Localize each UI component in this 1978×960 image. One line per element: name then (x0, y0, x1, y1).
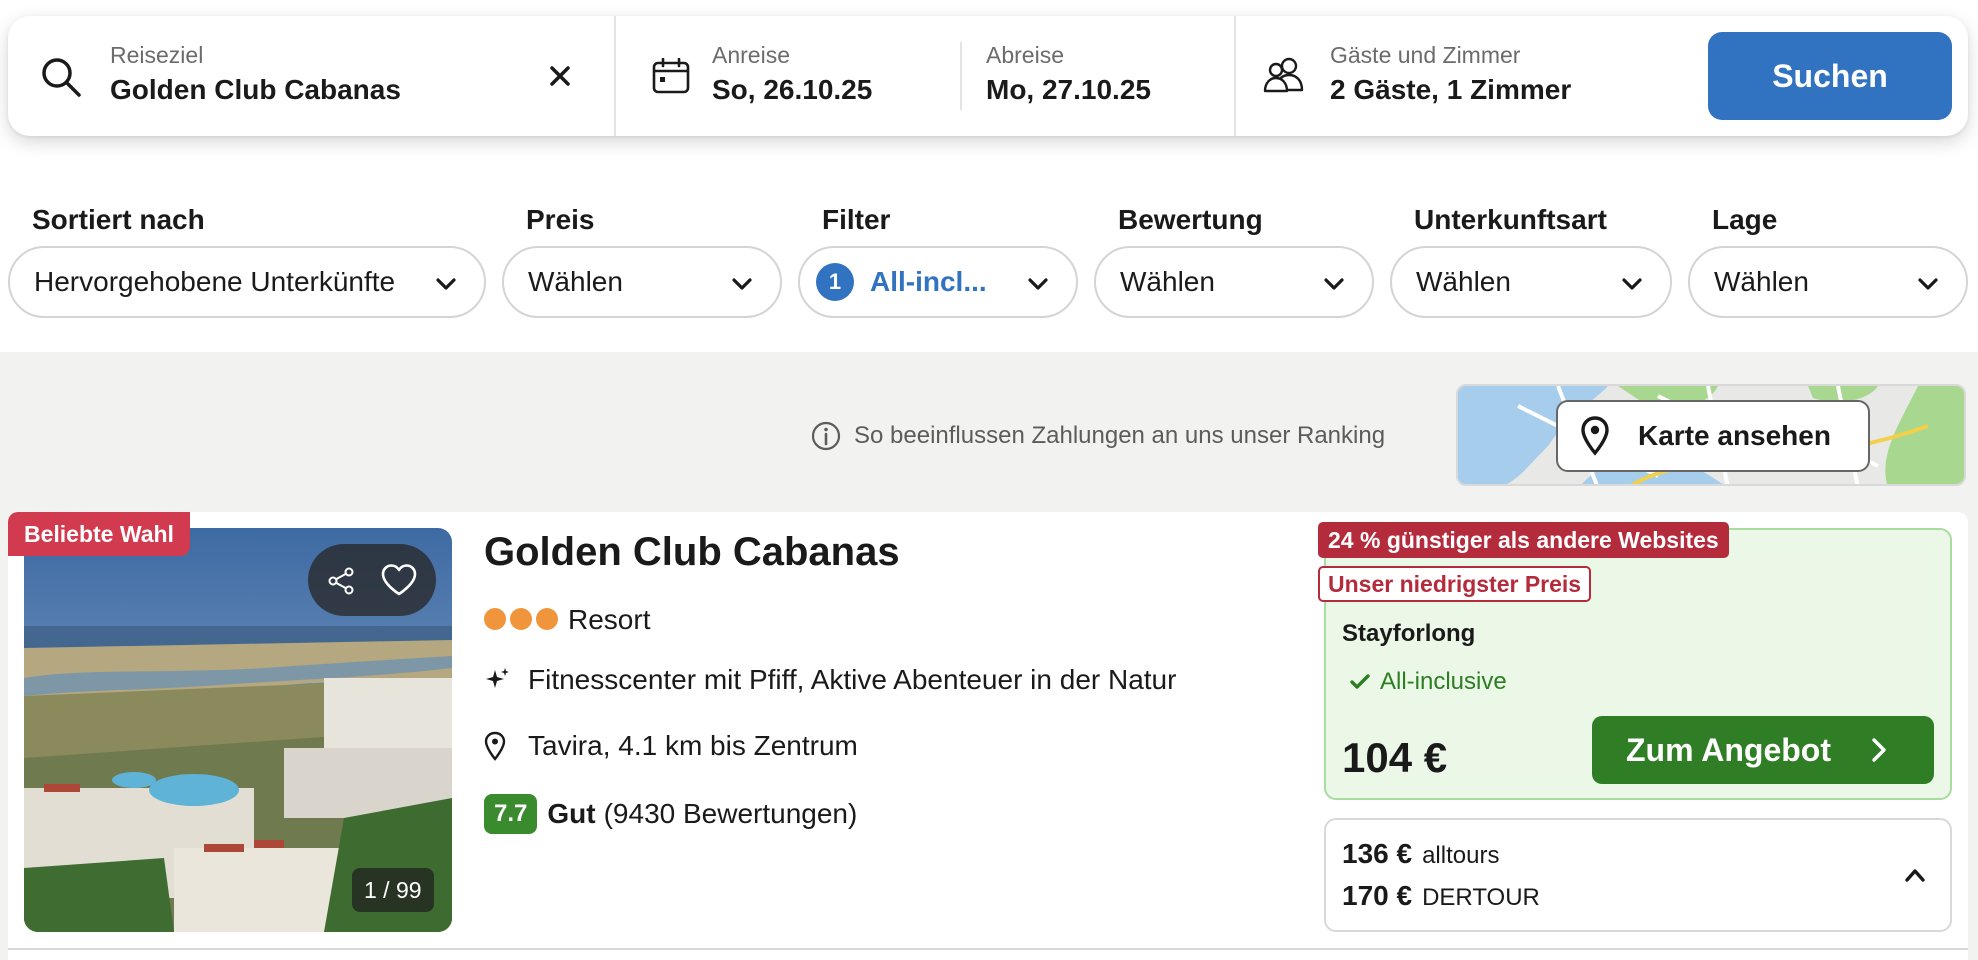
star-dot (510, 608, 532, 630)
rating-select[interactable]: Wählen (1094, 246, 1374, 318)
chevron-down-icon (1028, 278, 1048, 290)
board-type: All-inclusive (1350, 668, 1507, 696)
alternative-offer-row[interactable]: 136 € alltours (1342, 838, 1499, 870)
location-select[interactable]: Wählen (1688, 246, 1968, 318)
alternative-provider: DERTOUR (1422, 884, 1540, 911)
alternative-provider: alltours (1422, 842, 1500, 869)
star-dot (484, 608, 506, 630)
alternative-price: 170 € (1342, 880, 1413, 911)
chevron-up-icon[interactable] (1904, 866, 1926, 884)
view-deal-button[interactable]: Zum Angebot (1592, 716, 1934, 784)
guests-value[interactable]: 2 Gäste, 1 Zimmer (1330, 74, 1571, 106)
rating-label: Bewertung (1118, 204, 1263, 235)
star-rating (484, 608, 558, 630)
price-select[interactable]: Wählen (502, 246, 782, 318)
guests-field[interactable]: Gäste und Zimmer 2 Gäste, 1 Zimmer (1236, 16, 1696, 136)
sort-select[interactable]: Hervorgehobene Unterkünfte (8, 246, 486, 318)
guests-label: Gäste und Zimmer (1330, 42, 1521, 68)
filter-select[interactable]: 1 All-incl... (798, 246, 1078, 318)
alternative-price: 136 € (1342, 838, 1413, 869)
sort-label: Sortiert nach (32, 204, 205, 235)
photo-counter: 1 / 99 (352, 868, 434, 912)
view-map-button[interactable]: Karte ansehen (1556, 400, 1870, 472)
rating-value: Wählen (1120, 266, 1215, 297)
rating-filter: Bewertung (1118, 204, 1263, 236)
destination-value[interactable]: Golden Club Cabanas (110, 74, 401, 106)
hotel-name[interactable]: Golden Club Cabanas (484, 530, 900, 575)
price-filter: Preis (526, 204, 595, 236)
ranking-info-text: So beeinflussen Zahlungen an uns unser R… (854, 422, 1386, 449)
rating-count: (9430 Bewertungen) (603, 798, 858, 829)
filter-count-badge: 1 (816, 263, 854, 301)
chevron-right-icon (1872, 738, 1886, 762)
location-label: Lage (1712, 204, 1778, 235)
view-map-label: Karte ansehen (1638, 420, 1831, 451)
accommodation-filter: Unterkunftsart (1414, 204, 1607, 236)
popular-choice-badge: Beliebte Wahl (8, 512, 190, 556)
dates-field[interactable]: Anreise So, 26.10.25 Abreise Mo, 27.10.2… (616, 16, 1242, 136)
check-icon (1350, 674, 1370, 689)
sparkle-icon (486, 668, 509, 688)
location-value: Wählen (1714, 266, 1809, 297)
alternative-offers[interactable] (1324, 818, 1952, 932)
ranking-info-link[interactable]: So beeinflussen Zahlungen an uns unser R… (810, 420, 1385, 452)
search-bar: Reiseziel Golden Club Cabanas Anreise So… (8, 16, 1968, 136)
filter-label: Filter (822, 204, 891, 235)
close-icon[interactable] (548, 64, 572, 88)
accommodation-label: Unterkunftsart (1414, 204, 1607, 235)
search-button[interactable]: Suchen (1708, 32, 1952, 120)
features-text: Fitnesscenter mit Pfiff, Aktive Abenteue… (528, 664, 1177, 695)
hotel-search-page: Reiseziel Golden Club Cabanas Anreise So… (0, 0, 1978, 960)
general-filter: Filter (822, 204, 890, 236)
board-type-text: All-inclusive (1380, 668, 1507, 695)
share-icon[interactable] (326, 566, 356, 596)
offer-price: 104 € (1342, 734, 1448, 781)
chevron-down-icon (732, 278, 752, 290)
date-divider (960, 42, 962, 110)
alternative-offer-row[interactable]: 170 € DERTOUR (1342, 880, 1540, 912)
location-text: Tavira, 4.1 km bis Zentrum (528, 730, 858, 761)
chevron-down-icon (1324, 278, 1344, 290)
search-icon (42, 58, 81, 97)
sort-filter: Sortiert nach (32, 204, 205, 236)
hotel-type: Resort (568, 604, 651, 635)
hotel-features: Fitnesscenter mit Pfiff, Aktive Abenteue… (484, 664, 1176, 696)
offer-provider: Stayforlong (1342, 620, 1476, 647)
info-icon (811, 421, 841, 451)
sort-value: Hervorgehobene Unterkünfte (34, 266, 396, 297)
heart-icon[interactable] (380, 563, 418, 597)
chevron-down-icon (1918, 278, 1938, 290)
price-value: Wählen (528, 266, 623, 297)
checkout-label: Abreise (986, 42, 1064, 68)
accommodation-select[interactable]: Wählen (1390, 246, 1672, 318)
checkin-label: Anreise (712, 42, 790, 68)
hotel-location: Tavira, 4.1 km bis Zentrum (484, 730, 858, 762)
hotel-rating[interactable]: 7.7 Gut (9430 Bewertungen) (484, 794, 857, 834)
destination-field[interactable]: Reiseziel Golden Club Cabanas (8, 16, 614, 136)
deal-badge: 24 % günstiger als andere Websites (1318, 522, 1729, 558)
card-divider (8, 948, 1968, 950)
location-filter: Lage (1712, 204, 1777, 236)
chevron-down-icon (1622, 278, 1642, 290)
rating-score: 7.7 (484, 794, 538, 834)
map-pin-icon (1581, 416, 1609, 456)
checkin-value[interactable]: So, 26.10.25 (712, 74, 872, 106)
guests-icon (1263, 57, 1304, 93)
destination-label: Reiseziel (110, 42, 204, 68)
view-deal-label: Zum Angebot (1626, 731, 1831, 768)
star-dot (536, 608, 558, 630)
lowest-price-badge: Unser niedrigster Preis (1318, 566, 1592, 602)
location-pin-icon (484, 731, 506, 761)
filter-value: All-incl... (870, 266, 987, 297)
photo-actions (308, 544, 436, 616)
checkout-value[interactable]: Mo, 27.10.25 (986, 74, 1151, 106)
chevron-down-icon (436, 278, 456, 290)
calendar-icon (652, 58, 690, 94)
rating-word: Gut (547, 798, 596, 829)
accommodation-value: Wählen (1416, 266, 1511, 297)
price-label: Preis (526, 204, 595, 235)
